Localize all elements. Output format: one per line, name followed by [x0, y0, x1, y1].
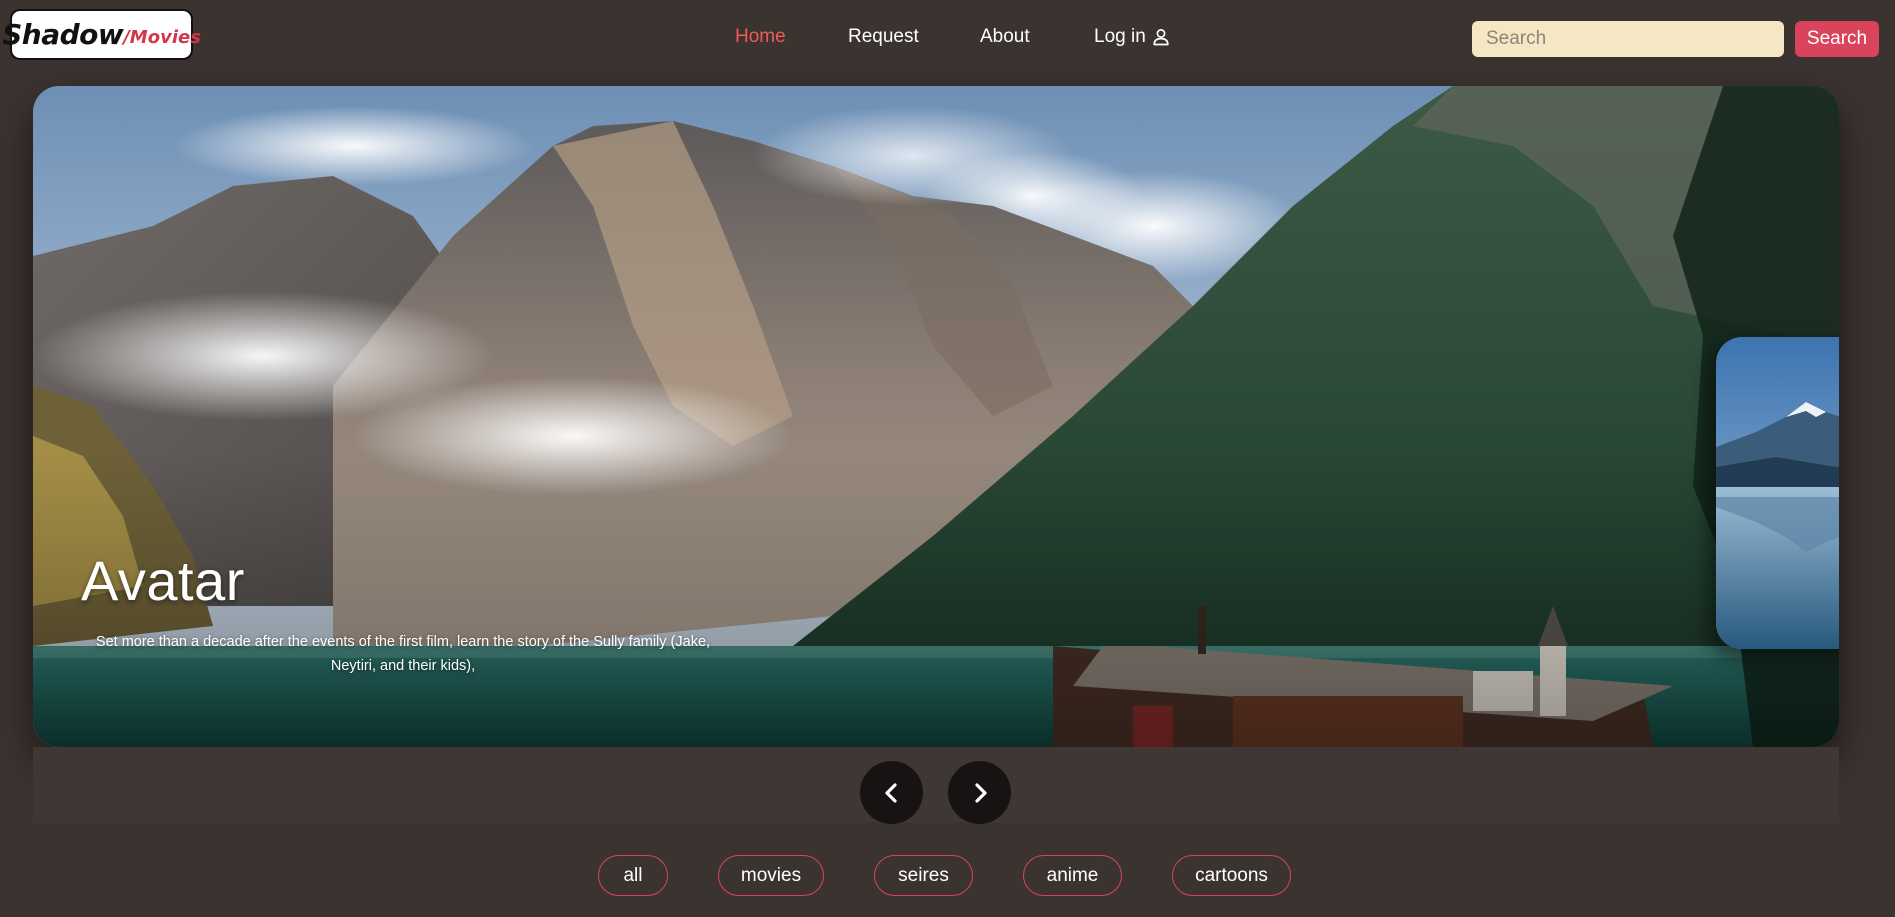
thumbnail-lake-image — [1716, 337, 1839, 649]
category-all[interactable]: all — [598, 855, 668, 896]
nav-login-label: Log in — [1094, 26, 1146, 47]
category-movies[interactable]: movies — [718, 855, 824, 896]
carousel-controls-strip — [33, 747, 1839, 823]
category-cartoons[interactable]: cartoons — [1172, 855, 1291, 896]
nav-request[interactable]: Request — [848, 26, 919, 48]
hero-banner: Avatar Set more than a decade after the … — [33, 86, 1839, 747]
next-slide-thumbnail[interactable] — [1716, 337, 1839, 649]
nav-about[interactable]: About — [980, 26, 1030, 48]
site-header: Shadow /Movies Home Request About Log in… — [0, 0, 1895, 80]
hero-title: Avatar — [81, 549, 245, 612]
carousel-prev-button[interactable] — [860, 761, 923, 824]
search-input[interactable] — [1472, 21, 1784, 57]
hero-description: Set more than a decade after the events … — [95, 634, 711, 674]
category-seires[interactable]: seires — [874, 855, 973, 896]
chevron-right-icon — [974, 782, 987, 803]
search-button[interactable]: Search — [1795, 21, 1879, 57]
nav-login[interactable]: Log in — [1094, 26, 1170, 48]
chevron-left-icon — [884, 782, 897, 803]
category-anime[interactable]: anime — [1023, 855, 1122, 896]
nav-home[interactable]: Home — [735, 26, 786, 48]
user-icon — [1153, 29, 1169, 46]
carousel-next-button[interactable] — [948, 761, 1011, 824]
